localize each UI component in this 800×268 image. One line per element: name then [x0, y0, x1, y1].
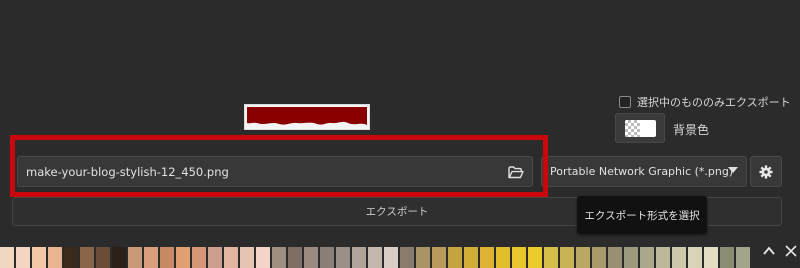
palette-swatch[interactable] — [224, 247, 238, 268]
export-format-value: Portable Network Graphic (*.png) — [550, 165, 734, 178]
selection-only-option[interactable]: 選択中のもののみエクスポート — [619, 94, 791, 110]
export-filename-field[interactable]: make-your-blog-stylish-12_450.png — [17, 156, 533, 187]
palette-swatch[interactable] — [624, 247, 638, 268]
palette-swatch[interactable] — [176, 247, 190, 268]
palette-swatch[interactable] — [16, 247, 30, 268]
export-button-label: エクスポート — [365, 206, 429, 218]
palette-swatch[interactable] — [512, 247, 526, 268]
selection-only-checkbox[interactable] — [619, 96, 631, 108]
palette-swatch[interactable] — [432, 247, 446, 268]
palette-swatch[interactable] — [672, 247, 686, 268]
palette-swatch[interactable] — [720, 247, 734, 268]
palette-swatch[interactable] — [496, 247, 510, 268]
palette-swatch[interactable] — [64, 247, 78, 268]
transparency-checker — [625, 120, 640, 137]
background-color-swatch — [625, 120, 656, 137]
palette-swatch[interactable] — [304, 247, 318, 268]
folder-open-icon[interactable] — [506, 162, 526, 182]
palette-swatch[interactable] — [368, 247, 382, 268]
palette-swatch[interactable] — [80, 247, 94, 268]
palette-swatch[interactable] — [256, 247, 270, 268]
export-format-dropdown[interactable]: Portable Network Graphic (*.png) — [541, 156, 747, 187]
palette-swatch[interactable] — [544, 247, 558, 268]
palette-swatch[interactable] — [448, 247, 462, 268]
palette-swatch[interactable] — [144, 247, 158, 268]
chevron-down-icon — [728, 167, 738, 173]
palette-swatch[interactable] — [272, 247, 286, 268]
format-tooltip: エクスポート形式を選択 — [577, 196, 707, 234]
color-palette — [0, 247, 752, 268]
palette-swatch[interactable] — [656, 247, 670, 268]
palette-swatch[interactable] — [464, 247, 478, 268]
palette-swatch[interactable] — [640, 247, 654, 268]
format-tooltip-text: エクスポート形式を選択 — [584, 209, 700, 222]
palette-swatch[interactable] — [32, 247, 46, 268]
palette-swatch[interactable] — [192, 247, 206, 268]
export-preview-thumbnail — [244, 104, 370, 130]
preview-image — [247, 107, 367, 125]
background-color-label: 背景色 — [673, 123, 710, 137]
palette-swatch[interactable] — [240, 247, 254, 268]
palette-swatch[interactable] — [96, 247, 110, 268]
palette-swatch[interactable] — [528, 247, 542, 268]
palette-swatch[interactable] — [112, 247, 126, 268]
chevron-up-icon[interactable] — [762, 244, 776, 258]
close-icon[interactable] — [784, 244, 798, 258]
palette-swatch[interactable] — [608, 247, 622, 268]
export-panel: 選択中のもののみエクスポート 背景色 make-your-blog-stylis… — [0, 0, 800, 238]
palette-swatch[interactable] — [208, 247, 222, 268]
palette-swatch[interactable] — [576, 247, 590, 268]
palette-swatch[interactable] — [128, 247, 142, 268]
palette-swatch[interactable] — [688, 247, 702, 268]
gear-icon — [759, 164, 773, 179]
palette-swatch[interactable] — [336, 247, 350, 268]
palette-swatch[interactable] — [160, 247, 174, 268]
palette-swatch[interactable] — [592, 247, 606, 268]
export-settings-button[interactable] — [750, 156, 782, 187]
palette-swatch[interactable] — [0, 247, 14, 268]
palette-swatch[interactable] — [416, 247, 430, 268]
palette-swatch[interactable] — [384, 247, 398, 268]
palette-swatch[interactable] — [560, 247, 574, 268]
palette-swatch[interactable] — [320, 247, 334, 268]
selection-only-label: 選択中のもののみエクスポート — [637, 96, 791, 109]
palette-swatch[interactable] — [48, 247, 62, 268]
palette-swatch[interactable] — [736, 247, 750, 268]
palette-swatch[interactable] — [480, 247, 494, 268]
palette-swatch[interactable] — [400, 247, 414, 268]
palette-swatch[interactable] — [352, 247, 366, 268]
palette-swatch[interactable] — [288, 247, 302, 268]
export-filename-value: make-your-blog-stylish-12_450.png — [26, 165, 229, 179]
background-color-button[interactable] — [615, 113, 665, 143]
palette-swatch[interactable] — [704, 247, 718, 268]
